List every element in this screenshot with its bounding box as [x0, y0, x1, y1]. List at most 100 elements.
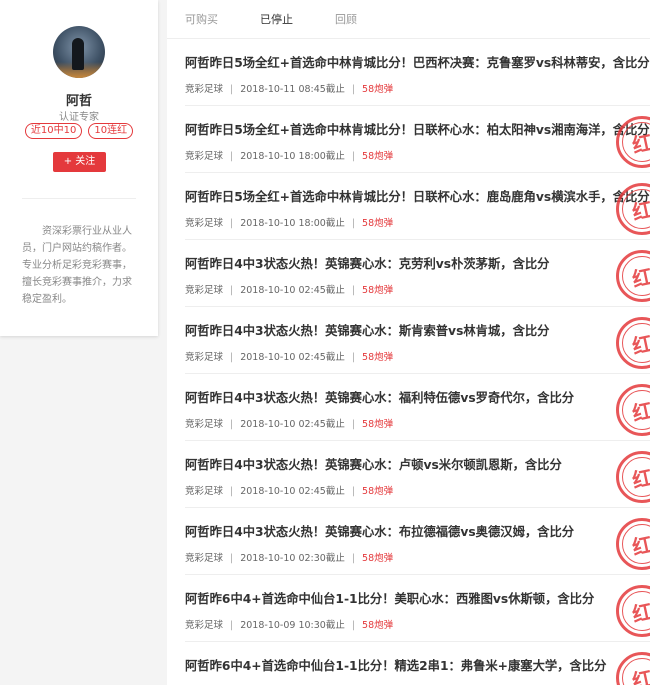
article-category: 竞彩足球: [185, 84, 224, 95]
stamp-label: 红: [630, 330, 650, 359]
meta-separator: |: [230, 419, 234, 430]
list-item[interactable]: 阿哲昨6中4+首选命中仙台1-1比分！精选2串1：弗鲁米+康塞大学，含比分竞彩足…: [185, 642, 650, 685]
meta-separator: |: [351, 419, 356, 430]
meta-separator: |: [351, 151, 356, 162]
article-title[interactable]: 阿哲昨日4中3状态火热！英锦赛心水：克劳利vs朴茨茅斯，含比分: [185, 254, 549, 272]
article-price: 58炮弹: [362, 84, 394, 95]
article-title[interactable]: 阿哲昨6中4+首选命中仙台1-1比分！精选2串1：弗鲁米+康塞大学，含比分: [185, 656, 606, 674]
article-category: 竞彩足球: [185, 352, 224, 363]
hit-stamp-icon: 红: [616, 652, 650, 685]
stamp-label: 红: [630, 665, 650, 685]
article-meta: 竞彩足球 | 2018-10-10 18:00截止 | 58炮弹: [185, 215, 393, 229]
stamp-label: 红: [630, 263, 650, 292]
meta-separator: |: [230, 486, 234, 497]
article-title[interactable]: 阿哲昨日4中3状态火热！英锦赛心水：布拉德福德vs奥德汉姆，含比分: [185, 522, 574, 540]
stamp-label: 红: [630, 598, 650, 627]
stamp-label: 红: [630, 196, 650, 225]
article-title[interactable]: 阿哲昨6中4+首选命中仙台1-1比分！美职心水：西雅图vs休斯顿，含比分: [185, 589, 594, 607]
article-category: 竞彩足球: [185, 486, 224, 497]
article-category: 竞彩足球: [185, 419, 224, 430]
article-title[interactable]: 阿哲昨日4中3状态火热！英锦赛心水：卢顿vs米尔顿凯恩斯，含比分: [185, 455, 562, 473]
article-meta: 竞彩足球 | 2018-10-10 02:45截止 | 58炮弹: [185, 483, 393, 497]
article-title[interactable]: 阿哲昨日5场全红+首选命中林肯城比分！日联杯心水：柏太阳神vs湘南海洋，含比分: [185, 120, 650, 138]
expert-bio: 资深彩票行业从业人员，门户网站约稿作者。专业分析足彩竞彩赛事，擅长竞彩赛事推介，…: [22, 226, 132, 305]
stamp-label: 红: [630, 464, 650, 493]
hit-stamp-icon: 红: [616, 585, 650, 637]
main-panel: 可购买 已停止 回顾 阿哲昨日5场全红+首选命中林肯城比分！巴西杯决赛：克鲁塞罗…: [167, 0, 650, 685]
avatar[interactable]: [53, 26, 105, 78]
article-deadline: 2018-10-10 02:45截止: [240, 419, 345, 430]
list-item[interactable]: 阿哲昨日4中3状态火热！英锦赛心水：克劳利vs朴茨茅斯，含比分竞彩足球 | 2018…: [185, 240, 650, 307]
meta-separator: |: [351, 84, 356, 95]
list-item[interactable]: 阿哲昨日5场全红+首选命中林肯城比分！日联杯心水：鹿岛鹿角vs横滨水手，含比分竞…: [185, 173, 650, 240]
article-price: 58炮弹: [362, 352, 394, 363]
follow-button[interactable]: + 关注: [53, 152, 106, 172]
list-item[interactable]: 阿哲昨日4中3状态火热！英锦赛心水：布拉德福德vs奥德汉姆，含比分竞彩足球 | 20…: [185, 508, 650, 575]
meta-separator: |: [230, 620, 234, 631]
article-deadline: 2018-10-09 10:30截止: [240, 620, 345, 631]
list-item[interactable]: 阿哲昨6中4+首选命中仙台1-1比分！美职心水：西雅图vs休斯顿，含比分竞彩足球…: [185, 575, 650, 642]
article-price: 58炮弹: [362, 285, 394, 296]
meta-separator: |: [351, 352, 356, 363]
article-meta: 竞彩足球 | 2018-10-10 02:45截止 | 58炮弹: [185, 416, 393, 430]
meta-separator: |: [351, 553, 356, 564]
meta-separator: |: [230, 151, 234, 162]
article-deadline: 2018-10-10 18:00截止: [240, 151, 345, 162]
article-deadline: 2018-10-10 02:45截止: [240, 486, 345, 497]
article-deadline: 2018-10-10 18:00截止: [240, 218, 345, 229]
tab-review[interactable]: 回顾: [335, 11, 357, 27]
divider: [22, 198, 136, 199]
stamp-label: 红: [630, 129, 650, 158]
list-item[interactable]: 阿哲昨日5场全红+首选命中林肯城比分！巴西杯决赛：克鲁塞罗vs科林蒂安，含比分竞…: [185, 39, 650, 106]
article-title[interactable]: 阿哲昨日5场全红+首选命中林肯城比分！巴西杯决赛：克鲁塞罗vs科林蒂安，含比分: [185, 53, 650, 71]
meta-separator: |: [351, 285, 356, 296]
article-category: 竞彩足球: [185, 620, 224, 631]
tab-bar: 可购买 已停止 回顾: [167, 0, 650, 39]
article-price: 58炮弹: [362, 419, 394, 430]
meta-separator: |: [230, 84, 234, 95]
meta-separator: |: [230, 352, 234, 363]
list-item[interactable]: 阿哲昨日4中3状态火热！英锦赛心水：福利特伍德vs罗奇代尔，含比分竞彩足球 | 20…: [185, 374, 650, 441]
article-category: 竞彩足球: [185, 553, 224, 564]
hit-stamp-icon: 红: [616, 384, 650, 436]
stamp-label: 红: [630, 397, 650, 426]
article-price: 58炮弹: [362, 218, 394, 229]
article-category: 竞彩足球: [185, 285, 224, 296]
article-price: 58炮弹: [362, 486, 394, 497]
article-price: 58炮弹: [362, 620, 394, 631]
stamp-label: 红: [630, 531, 650, 560]
profile-card: 阿哲 认证专家 近10中10 10连红 + 关注 资深彩票行业从业人员，门户网站…: [0, 0, 158, 336]
meta-separator: |: [351, 620, 356, 631]
article-title[interactable]: 阿哲昨日5场全红+首选命中林肯城比分！日联杯心水：鹿岛鹿角vs横滨水手，含比分: [185, 187, 650, 205]
list-item[interactable]: 阿哲昨日4中3状态火热！英锦赛心水：斯肯索普vs林肯城，含比分竞彩足球 | 2018…: [185, 307, 650, 374]
tab-purchasable[interactable]: 可购买: [185, 11, 218, 27]
article-title[interactable]: 阿哲昨日4中3状态火热！英锦赛心水：斯肯索普vs林肯城，含比分: [185, 321, 549, 339]
avatar-person-silhouette: [72, 38, 84, 70]
meta-separator: |: [230, 218, 234, 229]
list-item[interactable]: 阿哲昨日5场全红+首选命中林肯城比分！日联杯心水：柏太阳神vs湘南海洋，含比分竞…: [185, 106, 650, 173]
article-meta: 竞彩足球 | 2018-10-09 10:30截止 | 58炮弹: [185, 617, 393, 631]
meta-separator: |: [230, 285, 234, 296]
list-item[interactable]: 阿哲昨日4中3状态火热！英锦赛心水：卢顿vs米尔顿凯恩斯，含比分竞彩足球 | 201…: [185, 441, 650, 508]
article-category: 竞彩足球: [185, 218, 224, 229]
article-deadline: 2018-10-10 02:45截止: [240, 285, 345, 296]
article-deadline: 2018-10-11 08:45截止: [240, 84, 345, 95]
article-meta: 竞彩足球 | 2018-10-10 02:30截止 | 58炮弹: [185, 550, 393, 564]
meta-separator: |: [351, 218, 356, 229]
meta-separator: |: [230, 553, 234, 564]
article-title[interactable]: 阿哲昨日4中3状态火热！英锦赛心水：福利特伍德vs罗奇代尔，含比分: [185, 388, 574, 406]
article-price: 58炮弹: [362, 151, 394, 162]
hit-stamp-icon: 红: [616, 317, 650, 369]
article-deadline: 2018-10-10 02:30截止: [240, 553, 345, 564]
expert-name: 阿哲: [65, 94, 92, 109]
record-badge: 近10中10: [24, 123, 83, 139]
tab-stopped[interactable]: 已停止: [260, 11, 293, 27]
record-badges: 近10中10 10连红: [0, 123, 158, 139]
article-deadline: 2018-10-10 02:45截止: [240, 352, 345, 363]
hit-stamp-icon: 红: [616, 250, 650, 302]
meta-separator: |: [351, 486, 356, 497]
streak-badge: 10连红: [88, 123, 134, 139]
article-meta: 竞彩足球 | 2018-10-10 02:45截止 | 58炮弹: [185, 282, 393, 296]
article-category: 竞彩足球: [185, 151, 224, 162]
expert-title: 认证专家: [59, 112, 99, 123]
